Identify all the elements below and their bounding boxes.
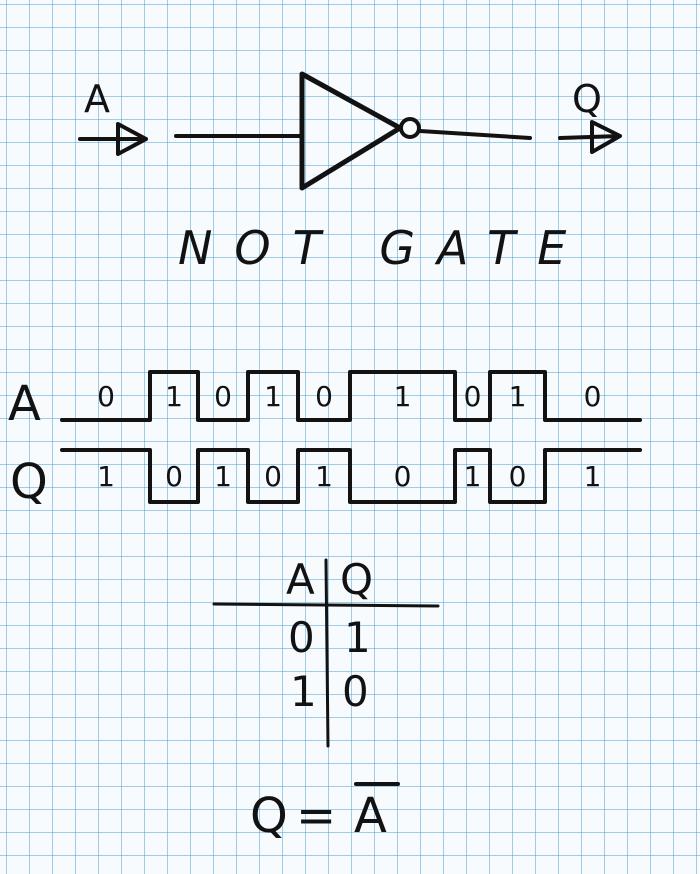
waveform-q-bit-label: 1 bbox=[97, 460, 115, 493]
waveform-q-label: Q bbox=[10, 454, 48, 510]
equation-rhs: A bbox=[354, 788, 387, 844]
gate-symbol: A Q bbox=[78, 71, 622, 191]
buffer-triangle bbox=[299, 71, 403, 191]
gate-output-label: Q bbox=[572, 77, 602, 121]
waveform-q-trace bbox=[60, 448, 642, 504]
truth-table: A Q 0 1 1 0 bbox=[212, 555, 440, 748]
truth-table-cell: 1 bbox=[344, 613, 371, 662]
not-gate-diagram: A Q NOT GATE A Q 010101010 101010101 A Q… bbox=[8, 71, 642, 844]
waveform-a-bit-label: 1 bbox=[509, 380, 527, 413]
waveform-a-label: A bbox=[8, 376, 41, 432]
truth-table-cell: 1 bbox=[290, 667, 317, 716]
equation-lhs: Q bbox=[250, 788, 288, 844]
waveform-a-bit-label: 0 bbox=[464, 380, 482, 413]
gate-title: NOT GATE bbox=[178, 221, 588, 275]
truth-table-column-rule bbox=[324, 558, 330, 748]
truth-table-cell: 0 bbox=[288, 613, 315, 662]
waveform-q-bit-label: 1 bbox=[315, 460, 333, 493]
waveform-a-bit-label: 1 bbox=[165, 380, 183, 413]
inversion-bubble-icon bbox=[399, 117, 421, 139]
waveform-q-bit-label: 1 bbox=[214, 460, 232, 493]
waveform-a-bit-label: 0 bbox=[214, 380, 232, 413]
waveform-a-trace bbox=[60, 370, 642, 422]
output-wire bbox=[418, 129, 532, 140]
waveform-a-bit-label: 0 bbox=[584, 380, 602, 413]
truth-table-header-a: A bbox=[286, 555, 315, 604]
timing-diagram: A Q 010101010 101010101 bbox=[8, 370, 642, 510]
input-arrow-icon bbox=[78, 122, 148, 156]
truth-table-header-q: Q bbox=[340, 555, 373, 604]
graph-paper-sheet: A Q NOT GATE A Q 010101010 101010101 A Q… bbox=[0, 0, 700, 874]
waveform-a-bit-label: 0 bbox=[97, 380, 115, 413]
waveform-a-bit-label: 1 bbox=[264, 380, 282, 413]
waveform-q-bit-label: 0 bbox=[165, 460, 183, 493]
boolean-equation: Q = A bbox=[250, 782, 400, 844]
waveform-q-bit-label: 1 bbox=[464, 460, 482, 493]
waveform-a-bit-label: 0 bbox=[315, 380, 333, 413]
output-arrow-icon bbox=[558, 120, 622, 154]
waveform-q-bit-label: 0 bbox=[509, 460, 527, 493]
waveform-q-bit-label: 1 bbox=[584, 460, 602, 493]
waveform-q-bit-label: 0 bbox=[264, 460, 282, 493]
waveform-q-bit-label: 0 bbox=[394, 460, 412, 493]
gate-input-label: A bbox=[84, 77, 110, 121]
waveform-a-bit-label: 1 bbox=[394, 380, 412, 413]
truth-table-cell: 0 bbox=[342, 667, 369, 716]
equation-equals: = bbox=[296, 788, 336, 844]
